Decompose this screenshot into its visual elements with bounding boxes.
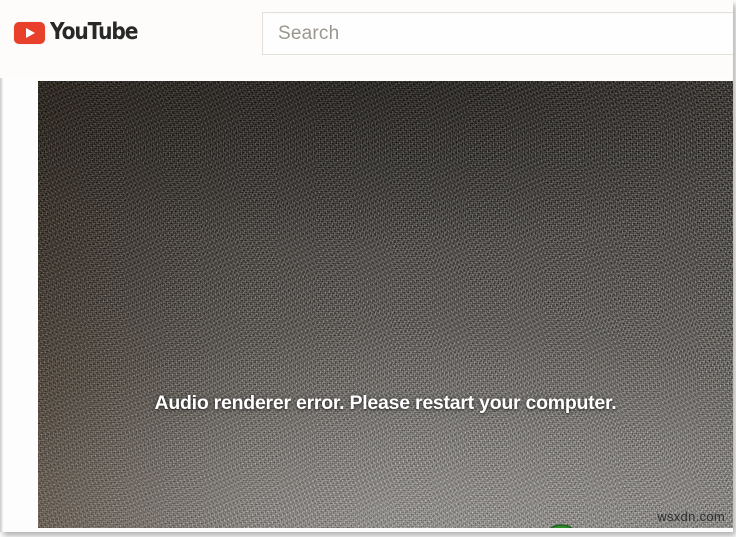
youtube-play-icon bbox=[14, 21, 45, 44]
youtube-logo[interactable]: YouTube bbox=[14, 21, 149, 44]
search-placeholder: Search bbox=[278, 23, 340, 44]
play-triangle-icon bbox=[26, 27, 35, 38]
youtube-wordmark: YouTube bbox=[50, 19, 138, 45]
video-player-area[interactable]: Audio renderer error. Please restart you… bbox=[38, 81, 733, 528]
search-input[interactable]: Search bbox=[262, 12, 733, 55]
player-error-message: Audio renderer error. Please restart you… bbox=[154, 392, 617, 414]
video-screen-surface bbox=[38, 81, 733, 528]
youtube-header: YouTube Search bbox=[0, 0, 733, 78]
appuals-mascot-icon bbox=[550, 524, 573, 528]
photo-frame: YouTube Search Audio renderer error. Ple… bbox=[0, 0, 733, 532]
screenshot-root: YouTube Search Audio renderer error. Ple… bbox=[0, 0, 736, 537]
source-credit: wsxdn.com bbox=[657, 509, 725, 524]
vignette-overlay bbox=[38, 81, 733, 528]
frame-edge-left bbox=[0, 0, 3, 532]
